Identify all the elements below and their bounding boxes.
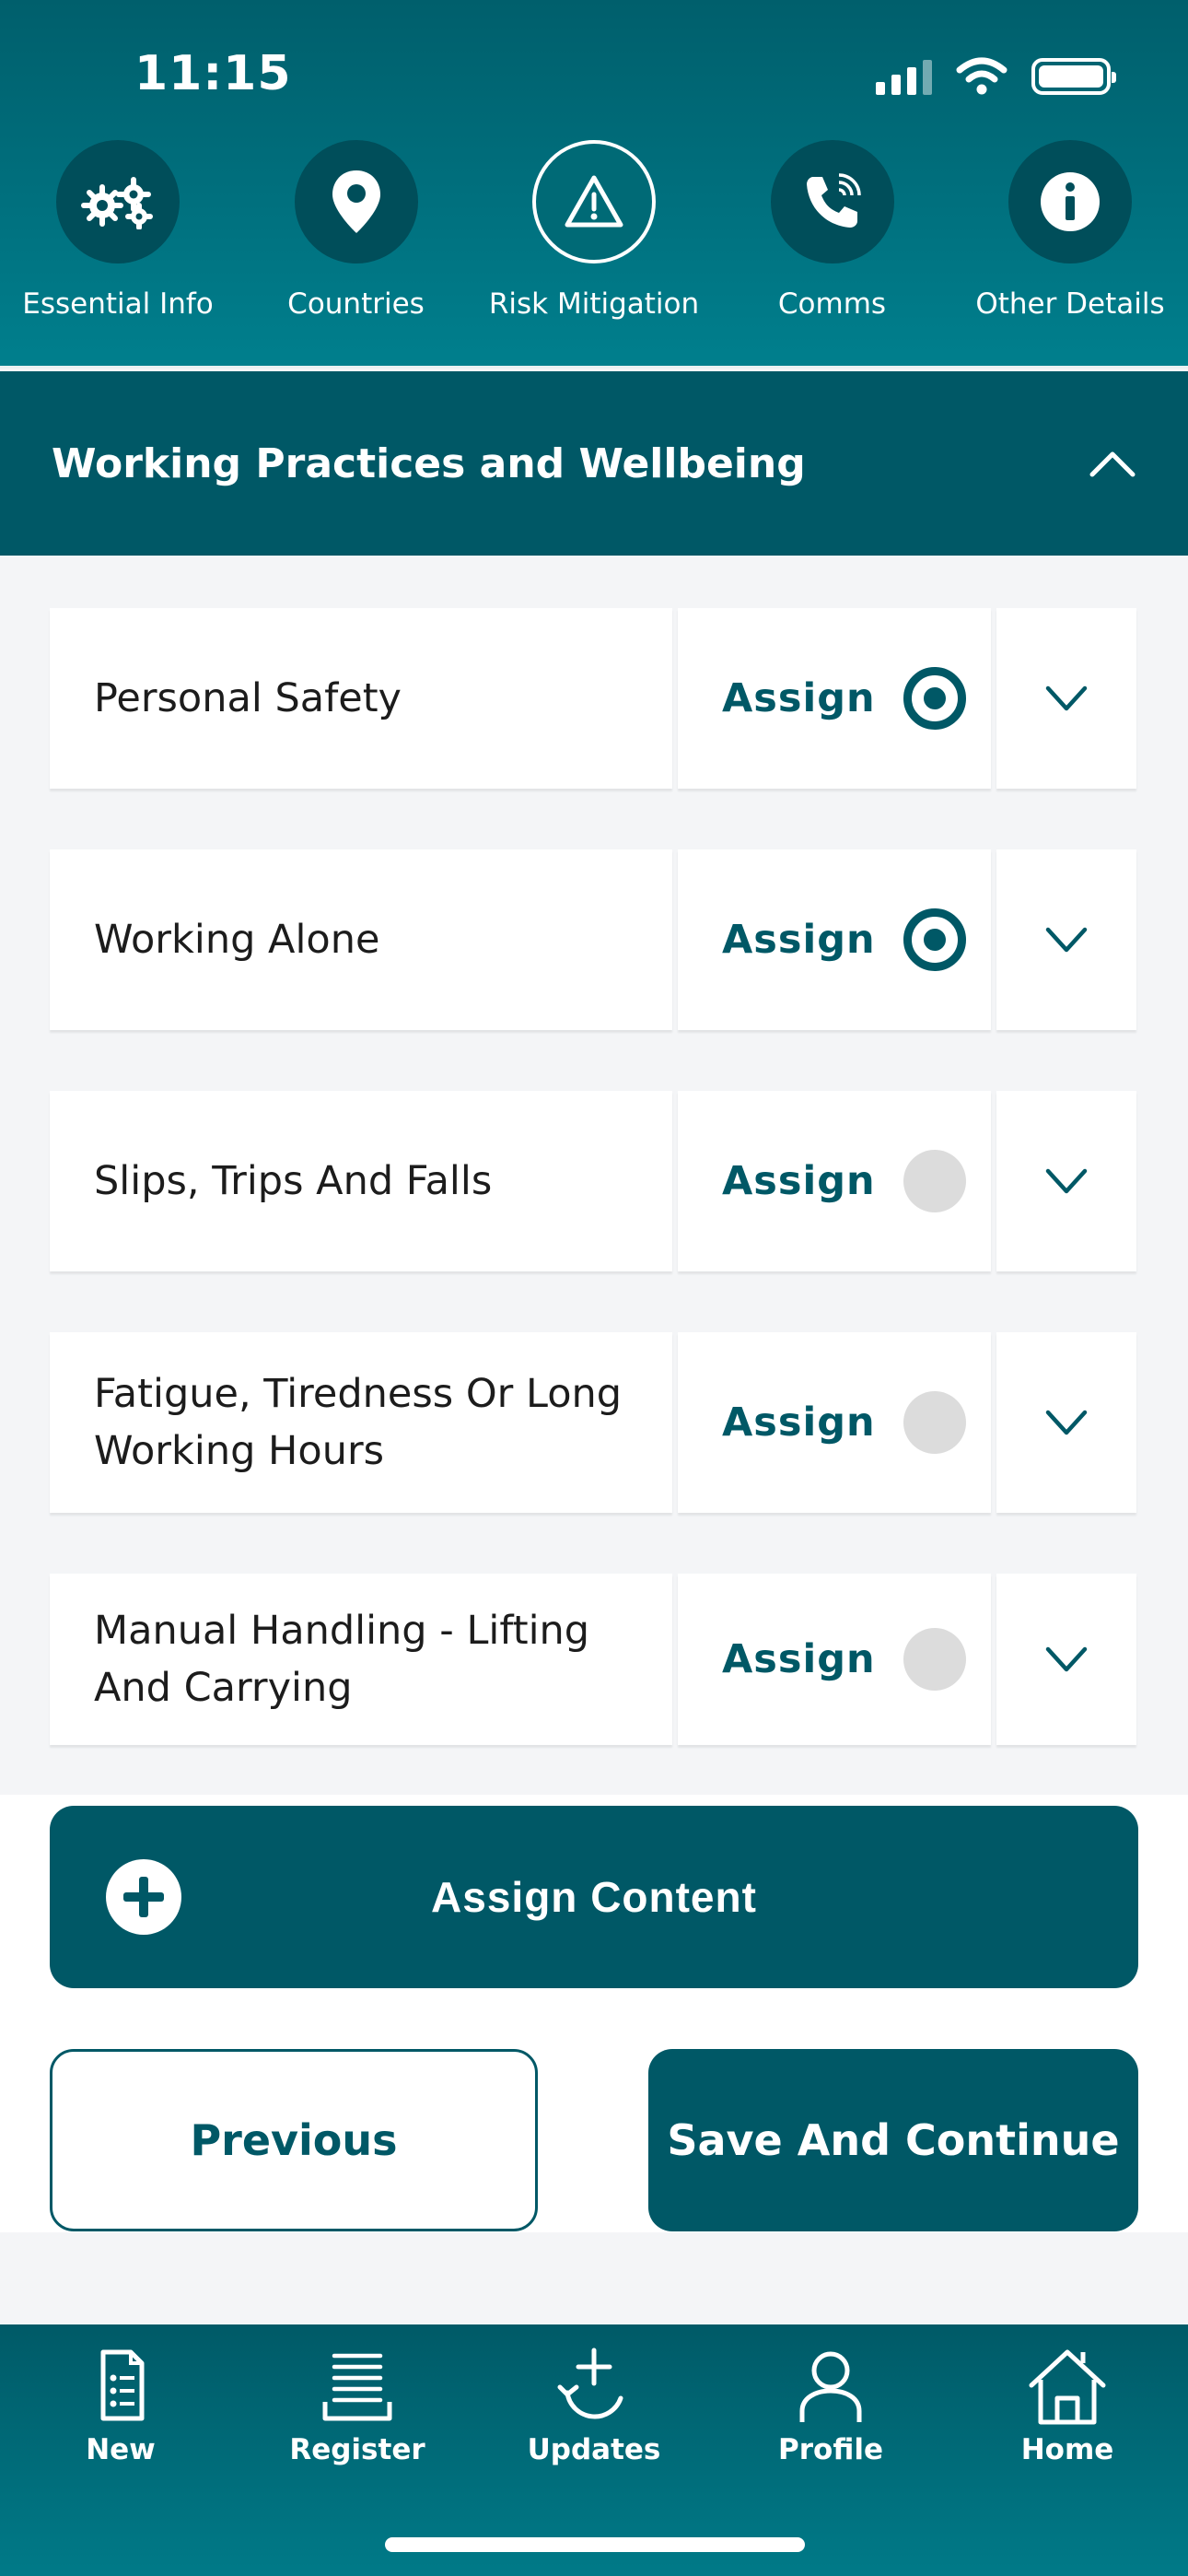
- expand-button[interactable]: [996, 1332, 1136, 1513]
- step-label: Essential Info: [22, 287, 214, 321]
- tab-label: Profile: [778, 2433, 883, 2466]
- step-label: Comms: [777, 287, 887, 321]
- gears-icon: [81, 177, 153, 229]
- spacer: [0, 2232, 1188, 2324]
- section-header[interactable]: Working Practices and Wellbeing: [0, 371, 1188, 556]
- chevron-down-icon: [1045, 1646, 1088, 1672]
- assign-toggle[interactable]: Assign: [678, 608, 991, 789]
- step-countries[interactable]: Countries: [246, 140, 467, 321]
- item-title: Personal Safety: [50, 608, 672, 789]
- document-icon: [100, 2349, 145, 2421]
- step-label: Countries: [287, 287, 425, 321]
- item-title: Fatigue, Tiredness Or Long Working Hours: [50, 1332, 672, 1513]
- radio-unselected-icon[interactable]: [903, 1391, 966, 1454]
- assign-label: Assign: [722, 675, 876, 721]
- step-essential-info[interactable]: Essential Info: [7, 140, 228, 321]
- step-comms[interactable]: Comms: [722, 140, 943, 321]
- step-circle: [56, 140, 180, 263]
- plus-circle-icon: [106, 1859, 181, 1935]
- tab-profile[interactable]: Profile: [734, 2345, 927, 2466]
- step-label: Other Details: [975, 287, 1165, 321]
- step-circle: [770, 140, 894, 263]
- step-circle: [294, 140, 418, 263]
- signal-icon: [876, 58, 932, 95]
- list-item-personal-safety: Personal Safety Assign: [50, 608, 1136, 789]
- previous-button[interactable]: Previous: [50, 2049, 538, 2231]
- list-item-fatigue: Fatigue, Tiredness Or Long Working Hours…: [50, 1332, 1136, 1513]
- assign-toggle[interactable]: Assign: [678, 1091, 991, 1271]
- battery-icon: [1031, 58, 1116, 95]
- step-label: Risk Mitigation: [488, 287, 700, 321]
- assign-content-button[interactable]: Assign Content: [50, 1806, 1138, 1988]
- step-navigation: Essential Info Countries Risk Mitigation: [0, 140, 1188, 321]
- radio-unselected-icon[interactable]: [903, 1150, 966, 1212]
- assign-label: Assign: [722, 917, 876, 963]
- item-title: Manual Handling - Lifting And Carrying: [50, 1574, 672, 1745]
- updates-icon: [557, 2348, 623, 2419]
- item-title: Working Alone: [50, 849, 672, 1030]
- assign-label: Assign: [722, 1636, 876, 1682]
- expand-button[interactable]: [996, 1574, 1136, 1745]
- tab-updates[interactable]: Updates: [497, 2345, 691, 2466]
- status-time: 11:15: [134, 46, 292, 101]
- tab-label: Home: [1020, 2433, 1114, 2466]
- radio-selected-icon[interactable]: [903, 667, 966, 730]
- chevron-down-icon: [1045, 685, 1088, 711]
- expand-button[interactable]: [996, 849, 1136, 1030]
- list-item-manual-handling: Manual Handling - Lifting And Carrying A…: [50, 1574, 1136, 1745]
- warning-icon: [565, 175, 623, 228]
- tab-new[interactable]: New: [24, 2345, 217, 2466]
- home-icon: [1029, 2349, 1106, 2425]
- chevron-down-icon: [1045, 927, 1088, 953]
- assign-label: Assign: [722, 1158, 876, 1204]
- app-header: 11:15 Essential Info Countries Risk Miti…: [0, 0, 1188, 369]
- expand-button[interactable]: [996, 1091, 1136, 1271]
- register-icon: [322, 2353, 392, 2421]
- tab-label: New: [86, 2433, 156, 2466]
- phone-icon: [806, 173, 861, 228]
- chevron-down-icon: [1045, 1410, 1088, 1435]
- step-risk-mitigation[interactable]: Risk Mitigation: [483, 140, 705, 321]
- radio-unselected-icon[interactable]: [903, 1628, 966, 1691]
- wifi-icon: [956, 57, 1007, 95]
- item-title: Slips, Trips And Falls: [50, 1091, 672, 1271]
- expand-button[interactable]: [996, 608, 1136, 789]
- tab-register[interactable]: Register: [261, 2345, 454, 2466]
- save-and-continue-button[interactable]: Save And Continue: [648, 2049, 1138, 2231]
- assign-toggle[interactable]: Assign: [678, 849, 991, 1030]
- step-circle: [1008, 140, 1132, 263]
- section-title: Working Practices and Wellbeing: [52, 439, 806, 487]
- chevron-up-icon[interactable]: [1089, 449, 1136, 478]
- list-item-working-alone: Working Alone Assign: [50, 849, 1136, 1030]
- chevron-down-icon: [1045, 1168, 1088, 1194]
- assign-toggle[interactable]: Assign: [678, 1574, 991, 1745]
- profile-icon: [799, 2351, 862, 2422]
- tab-home[interactable]: Home: [971, 2345, 1164, 2466]
- list-item-slips-trips-falls: Slips, Trips And Falls Assign: [50, 1091, 1136, 1271]
- radio-selected-icon[interactable]: [903, 908, 966, 971]
- home-indicator[interactable]: [385, 2537, 805, 2552]
- location-pin-icon: [332, 170, 380, 233]
- status-icons: [876, 57, 1116, 96]
- assign-label: Assign: [722, 1399, 876, 1446]
- assign-content-label: Assign Content: [431, 1873, 757, 1921]
- assign-toggle[interactable]: Assign: [678, 1332, 991, 1513]
- info-icon: [1041, 172, 1100, 231]
- step-other-details[interactable]: Other Details: [960, 140, 1181, 321]
- tab-label: Register: [289, 2433, 425, 2466]
- tab-label: Updates: [527, 2433, 661, 2466]
- step-circle-active: [532, 140, 656, 263]
